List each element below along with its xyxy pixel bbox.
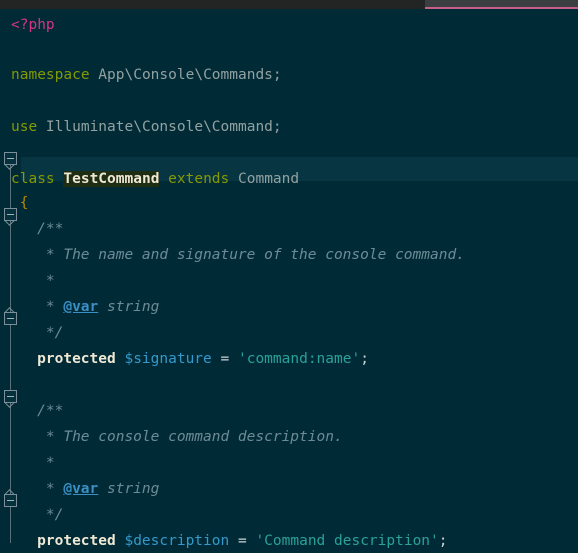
code-token: TestCommand [63, 171, 160, 187]
code-token: 'Command description' [255, 533, 439, 549]
code-token: protected [37, 533, 125, 549]
code-line-13[interactable]: */ [46, 321, 63, 345]
code-token: @var [63, 299, 99, 315]
code-token: string [98, 481, 160, 497]
code-line-9[interactable]: /** [37, 217, 63, 241]
code-line-19[interactable]: * @var string [46, 477, 160, 501]
code-token: * [45, 273, 55, 289]
code-token: class [11, 171, 64, 187]
code-token: Command [238, 171, 300, 187]
code-token: use [11, 119, 38, 135]
code-line-17[interactable]: * The console command description. [46, 425, 343, 449]
code-text-layer[interactable]: <?php namespace App\Console\Commands; use … [0, 9, 578, 549]
code-token: * [45, 455, 55, 471]
code-token: * The name and signature of the console … [45, 247, 465, 263]
code-token: namespace [11, 67, 90, 83]
code-token: */ [45, 507, 64, 523]
code-line-8[interactable]: { [20, 191, 29, 215]
code-token: @var [63, 481, 99, 497]
code-token: = [229, 533, 256, 549]
code-token: */ [45, 325, 64, 341]
code-line-16[interactable]: /** [37, 399, 63, 423]
code-token: $signature [124, 351, 212, 367]
code-token: /** [37, 221, 64, 237]
code-token: 'command:name' [237, 351, 361, 367]
code-token: { [19, 195, 29, 211]
code-token: protected [37, 351, 125, 367]
editor-tab-strip [0, 0, 578, 9]
code-token: ; [360, 351, 369, 367]
code-token: * [45, 299, 64, 315]
code-token: $description [124, 533, 230, 549]
code-token: ; [438, 533, 448, 549]
code-line-21[interactable]: protected $description = 'Command descri… [37, 529, 447, 553]
code-line-20[interactable]: */ [46, 503, 63, 527]
code-line-14[interactable]: protected $signature = 'command:name'; [37, 347, 369, 371]
code-line-1[interactable]: <?php [11, 13, 55, 37]
code-token: * [45, 481, 64, 497]
code-token: <?php [11, 17, 55, 33]
code-line-7[interactable]: class TestCommand extends Command [11, 167, 299, 191]
code-token: = [211, 351, 238, 367]
code-token: /** [37, 403, 64, 419]
code-token: string [98, 299, 160, 315]
code-token: Illuminate\Console\Command; [37, 119, 282, 135]
code-line-11[interactable]: * [46, 269, 55, 293]
code-line-5[interactable]: use Illuminate\Console\Command; [11, 115, 282, 139]
code-line-18[interactable]: * [46, 451, 55, 475]
code-editor[interactable]: <?php namespace App\Console\Commands; use … [0, 9, 578, 549]
code-token: * The console command description. [45, 429, 343, 445]
code-token: App\Console\Commands; [89, 67, 282, 83]
code-line-10[interactable]: * The name and signature of the console … [46, 243, 465, 267]
code-line-3[interactable]: namespace App\Console\Commands; [11, 63, 282, 87]
code-line-12[interactable]: * @var string [46, 295, 160, 319]
code-token: extends [159, 171, 238, 187]
